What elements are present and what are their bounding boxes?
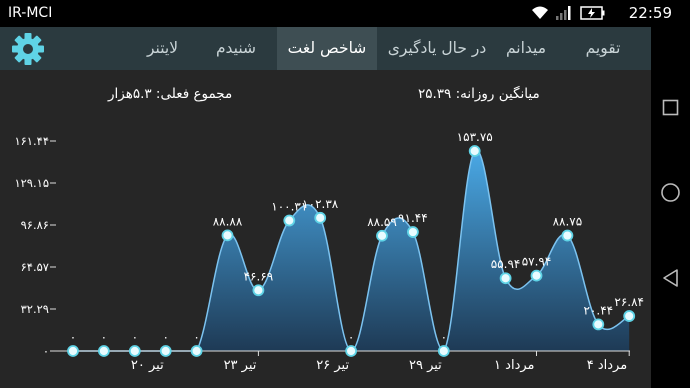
data-point [345,345,358,357]
data-label: ۸۸.۵۹ [367,215,397,229]
data-point [283,214,296,227]
y-tick-label: ۱۲۹.۱۵ [14,176,49,190]
data-label: ۲۶.۸۴ [614,295,644,309]
data-label: ۵۵.۹۴ [491,257,521,271]
data-label: ۰ [193,330,199,344]
data-point [128,345,141,357]
data-point [530,269,543,282]
data-label: ۵۷.۹۴ [522,255,552,269]
navigation-bar [651,27,690,388]
data-label: ۲۰.۴۴ [583,303,613,317]
x-tick-label: ۲۶ تیر [316,358,349,373]
x-tick-label: ۲۳ تیر [224,358,257,373]
word-index-chart: ۰ ۳۲.۲۹ ۶۴.۵۷ ۹۶.۸۶ ۱۲۹.۱۵ ۱۶۱.۴۴ ۲۰ تیر ۲۳ تیر… [14,130,644,373]
data-label: ۹۱.۴۴ [398,211,428,225]
y-tick-label: ۰ [43,344,49,358]
data-label: ۰ [101,330,107,344]
x-tick-label: ۲۹ تیر [409,358,442,373]
y-tick-label: ۳۲.۲۹ [21,302,49,316]
data-point [499,272,512,285]
data-label: ۴۶.۶۹ [244,269,274,283]
home-icon[interactable] [660,182,681,203]
x-tick-label: ۴ مرداد [587,358,627,373]
data-point [252,284,265,297]
data-label: ۸۸.۸۸ [213,214,243,228]
data-point [314,211,327,224]
data-label: ۱۰۲.۳۸ [302,197,339,211]
y-tick-label: ۶۴.۵۷ [21,260,49,274]
x-tick-label: ۱ مرداد [494,358,534,373]
data-label: ۰ [441,330,447,344]
data-point [468,145,481,157]
data-point [67,345,79,357]
data-point [406,226,419,238]
data-point [190,345,203,357]
data-point [623,310,636,322]
back-icon[interactable] [661,268,680,288]
data-label: ۱۵۳.۷۵ [457,130,493,144]
data-point [221,229,234,242]
data-point [437,345,450,357]
data-label: ۰ [162,330,168,344]
series-area [73,149,630,351]
data-label: ۰ [132,330,138,344]
recents-icon[interactable] [662,99,679,116]
y-tick-label: ۱۶۱.۴۴ [14,134,49,148]
data-label: ۰ [348,330,354,344]
y-tick-label: ۹۶.۸۶ [21,218,49,232]
data-label: ۸۸.۷۵ [553,215,583,229]
data-point [98,345,110,357]
data-point [592,318,605,331]
x-tick-label: ۲۰ تیر [131,358,164,373]
data-point [159,345,172,357]
data-point [376,229,388,242]
data-point [561,229,574,242]
data-label: ۰ [70,330,76,344]
